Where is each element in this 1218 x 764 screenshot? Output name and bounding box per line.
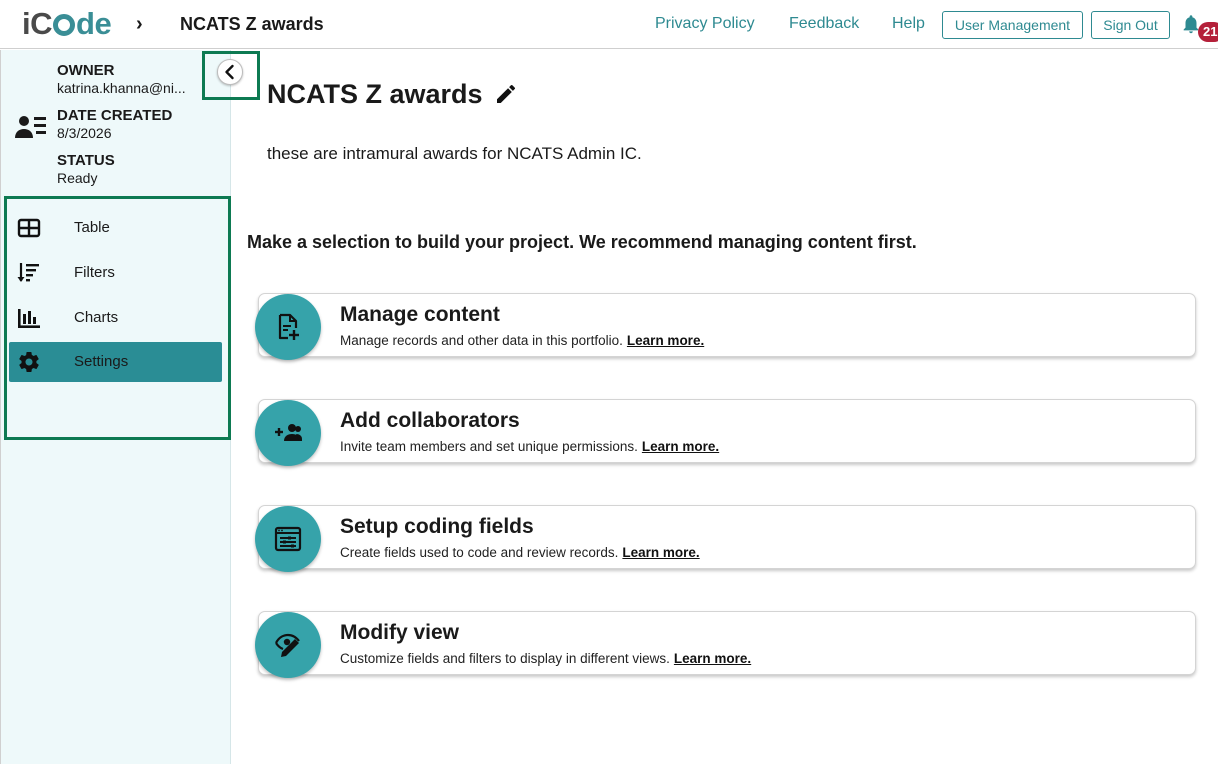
modify-view-icon-circle[interactable] [255,612,321,678]
card-description: Customize fields and filters to display … [340,651,752,666]
privacy-policy-link[interactable]: Privacy Policy [655,14,755,34]
eye-pencil-icon [275,633,300,657]
sidebar-item-settings[interactable]: Settings [9,342,222,382]
setup-coding-fields-icon-circle[interactable] [255,506,321,572]
card-title: Modify view [340,621,460,644]
learn-more-link[interactable]: Learn more. [674,651,751,666]
sidebar-item-label: Filters [74,264,115,281]
chevron-left-icon [225,64,234,80]
filter-sort-icon [17,263,39,282]
owner-value: katrina.khanna@ni... [57,80,186,96]
collapse-sidebar-button[interactable] [217,59,243,85]
sidebar-item-label: Charts [74,309,119,326]
bar-chart-icon [18,309,40,328]
feedback-link[interactable]: Feedback [789,14,859,34]
card-title: Manage content [340,303,500,326]
manage-content-icon-circle[interactable] [255,294,321,360]
learn-more-link[interactable]: Learn more. [622,545,699,560]
card-description: Manage records and other data in this po… [340,333,705,348]
sidebar-item-filters[interactable]: Filters [9,253,222,293]
sidebar-item-charts[interactable]: Charts [9,298,222,338]
user-management-button[interactable]: User Management [942,11,1083,39]
status-label: STATUS [57,152,115,169]
card-title: Add collaborators [340,409,520,432]
page-title: NCATS Z awards [267,79,483,109]
project-info-icon [15,116,46,138]
breadcrumb-project-title: NCATS Z awards [180,14,324,34]
date-created-value: 8/3/2026 [57,125,112,141]
top-header: iC de › NCATS Z awards Privacy Policy Fee… [0,0,1218,49]
learn-more-link[interactable]: Learn more. [627,333,704,348]
gear-icon [19,352,39,373]
edit-pencil-icon[interactable] [494,82,518,106]
breadcrumb-separator: › [136,13,143,35]
table-icon [17,218,41,238]
card-description: Create fields used to code and review re… [340,545,700,560]
card-title: Setup coding fields [340,515,534,538]
sidebar-item-label: Settings [74,353,129,370]
sidebar-item-table[interactable]: Table [9,208,222,248]
add-group-icon [275,424,302,441]
icode-logo[interactable]: iC de [22,6,112,42]
add-collaborators-icon-circle[interactable] [255,400,321,466]
project-description: these are intramural awards for NCATS Ad… [267,144,642,163]
logo-suffix: de [76,6,112,41]
learn-more-link[interactable]: Learn more. [642,439,719,454]
status-value: Ready [57,170,98,186]
notification-count-badge: 21 [1198,22,1218,42]
add-document-icon [278,313,299,340]
selection-prompt: Make a selection to build your project. … [247,232,917,252]
card-description: Invite team members and set unique permi… [340,439,720,454]
sidebar-item-label: Table [74,219,110,236]
sign-out-button[interactable]: Sign Out [1091,11,1170,39]
date-created-label: DATE CREATED [57,107,173,124]
help-link[interactable]: Help [892,14,925,34]
logo-prefix: i [22,6,31,41]
logo-gear-icon [53,14,76,36]
owner-label: OWNER [57,62,115,79]
form-fields-icon [274,526,302,552]
